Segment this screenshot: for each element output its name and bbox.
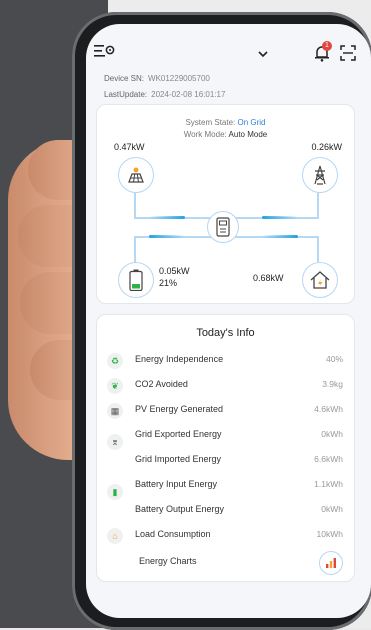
work-mode-value: Auto Mode	[228, 130, 268, 139]
info-row-value: 3.9kg	[322, 379, 343, 389]
app-screen: 1 Device SN: WK01229005700 LastUpdate: 202…	[86, 24, 371, 618]
bar-chart-icon[interactable]	[319, 551, 343, 575]
scan-icon[interactable]	[340, 45, 356, 61]
system-state: System State: On Grid	[97, 118, 354, 127]
info-row-co2-avoided[interactable]: ❦ CO2 Avoided 3.9kg	[107, 374, 343, 398]
home-load-icon[interactable]	[302, 262, 338, 298]
info-row-label: Energy Independence	[135, 354, 224, 364]
info-row-value: 4.6kWh	[314, 404, 343, 414]
load-power: 0.68kW	[253, 273, 284, 283]
system-state-value: On Grid	[237, 118, 266, 127]
flow-indicator	[149, 216, 185, 219]
info-row-label: Load Consumption	[135, 529, 211, 539]
info-row-label: CO2 Avoided	[135, 379, 188, 389]
last-update: LastUpdate: 2024-02-08 16:01:17	[104, 90, 225, 99]
inverter-icon[interactable]	[207, 211, 239, 243]
top-bar: 1	[86, 24, 371, 74]
battery-flow-line	[134, 236, 136, 262]
grid-power: 0.26kW	[311, 142, 342, 152]
todays-info-title: Today's Info	[196, 327, 255, 339]
grid-tower-icon: ⌆	[107, 434, 123, 450]
grid-tower-icon[interactable]	[302, 157, 338, 193]
info-row-grid-exported[interactable]: ⌆ Grid Exported Energy 0kWh	[107, 424, 343, 450]
device-sn-label: Device SN:	[104, 74, 145, 83]
info-row-load-consumption[interactable]: ⌂ Load Consumption 10kWh	[107, 524, 343, 548]
flow-indicator	[262, 235, 298, 238]
info-row-value: 6.6kWh	[314, 454, 343, 464]
info-row-value: 0kWh	[321, 504, 343, 514]
load-flow-line	[317, 236, 319, 262]
device-sn-value: WK01229005700	[148, 74, 210, 83]
info-row-battery-output[interactable]: Battery Output Energy 0kWh	[107, 499, 343, 523]
info-row-label: Battery Output Energy	[135, 504, 225, 514]
todays-info-card: Today's Info ♻ Energy Independence 40% ❦…	[96, 314, 355, 582]
battery-icon[interactable]	[118, 262, 154, 298]
leaf-icon: ❦	[107, 378, 123, 394]
flow-indicator	[262, 216, 298, 219]
energy-charts-row[interactable]: Energy Charts	[107, 551, 343, 575]
info-row-grid-imported[interactable]: Grid Imported Energy 6.6kWh	[107, 449, 343, 473]
info-row-value: 40%	[325, 354, 343, 364]
info-row-label: Grid Exported Energy	[135, 429, 222, 439]
solar-panel-icon[interactable]	[118, 157, 154, 193]
work-mode-label: Work Mode:	[183, 130, 227, 139]
solar-power: 0.47kW	[114, 142, 145, 152]
info-row-battery-input[interactable]: ▮ Battery Input Energy 1.1kWh	[107, 474, 343, 500]
solar-panel-icon: ▦	[107, 403, 123, 419]
chevron-down-icon[interactable]	[257, 46, 269, 58]
energy-flow-card: System State: On Grid Work Mode: Auto Mo…	[96, 104, 355, 304]
battery-icon: ▮	[107, 484, 123, 500]
solar-flow-line	[134, 193, 136, 218]
info-row-pv-generated[interactable]: ▦ PV Energy Generated 4.6kWh	[107, 399, 343, 423]
menu-icon[interactable]	[94, 44, 116, 58]
system-state-label: System State:	[185, 118, 236, 127]
info-row-label: PV Energy Generated	[135, 404, 224, 414]
last-update-label: LastUpdate:	[104, 90, 148, 99]
home-icon: ⌂	[107, 528, 123, 544]
info-row-value: 10kWh	[316, 529, 343, 539]
info-row-energy-independence[interactable]: ♻ Energy Independence 40%	[107, 349, 343, 373]
last-update-value: 2024-02-08 16:01:17	[151, 90, 226, 99]
grid-flow-line	[317, 193, 319, 218]
info-row-label: Battery Input Energy	[135, 479, 218, 489]
battery-power: 0.05kW	[159, 266, 190, 276]
notification-badge: 1	[322, 41, 332, 51]
info-row-value: 1.1kWh	[314, 479, 343, 489]
flow-indicator	[149, 235, 185, 238]
work-mode: Work Mode: Auto Mode	[97, 130, 354, 139]
energy-charts-label: Energy Charts	[139, 556, 197, 566]
info-row-label: Grid Imported Energy	[135, 454, 222, 464]
device-sn: Device SN: WK01229005700	[104, 74, 210, 83]
recycle-icon: ♻	[107, 353, 123, 369]
battery-soc: 21%	[159, 278, 178, 288]
info-row-value: 0kWh	[321, 429, 343, 439]
